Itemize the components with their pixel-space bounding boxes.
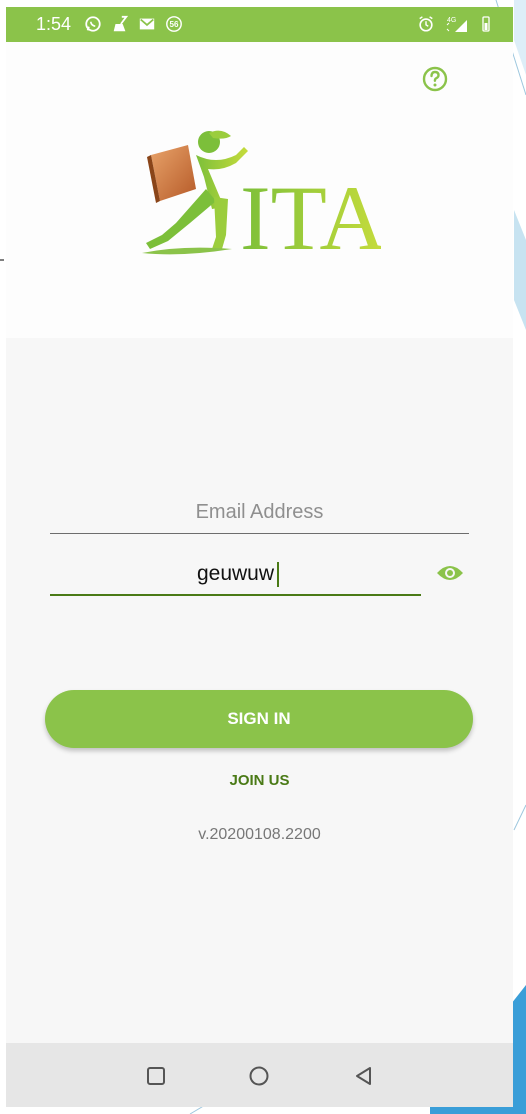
login-form: SIGN IN JOIN US v.20200108.2200 bbox=[6, 338, 513, 1043]
status-bar: 1:54 56 4G bbox=[6, 7, 513, 42]
back-icon[interactable] bbox=[353, 1065, 375, 1087]
notification-icons: 56 bbox=[84, 15, 183, 33]
badge-count: 56 bbox=[170, 20, 179, 29]
recent-apps-icon[interactable] bbox=[145, 1065, 167, 1087]
ita-logo: ITA bbox=[142, 130, 381, 262]
signal-icon: 4G bbox=[446, 17, 467, 32]
status-time: 1:54 bbox=[36, 14, 72, 34]
cleaner-icon bbox=[113, 15, 129, 32]
version-label: v.20200108.2200 bbox=[198, 826, 321, 843]
question-circle-icon[interactable] bbox=[421, 65, 449, 93]
badge-56-icon: 56 bbox=[166, 16, 182, 32]
eye-icon[interactable] bbox=[435, 563, 465, 583]
header-area: ITA bbox=[6, 42, 513, 338]
logo-text: ITA bbox=[240, 167, 381, 262]
navigation-bar bbox=[6, 1043, 513, 1107]
home-icon[interactable] bbox=[248, 1065, 270, 1087]
whatsapp-icon bbox=[85, 16, 101, 32]
alarm-icon bbox=[419, 16, 433, 32]
sign-in-button[interactable]: SIGN IN bbox=[45, 690, 473, 748]
phone-screen: 1:54 56 4G ITA Email Address geuwuw SIGN… bbox=[6, 7, 513, 1107]
join-us-link[interactable]: JOIN US bbox=[6, 772, 513, 789]
text-cursor bbox=[277, 562, 279, 587]
email-field[interactable] bbox=[50, 491, 469, 534]
system-icons: 4G bbox=[417, 15, 491, 33]
password-field[interactable] bbox=[50, 554, 421, 596]
battery-icon bbox=[482, 16, 490, 32]
gmail-icon bbox=[139, 18, 155, 30]
